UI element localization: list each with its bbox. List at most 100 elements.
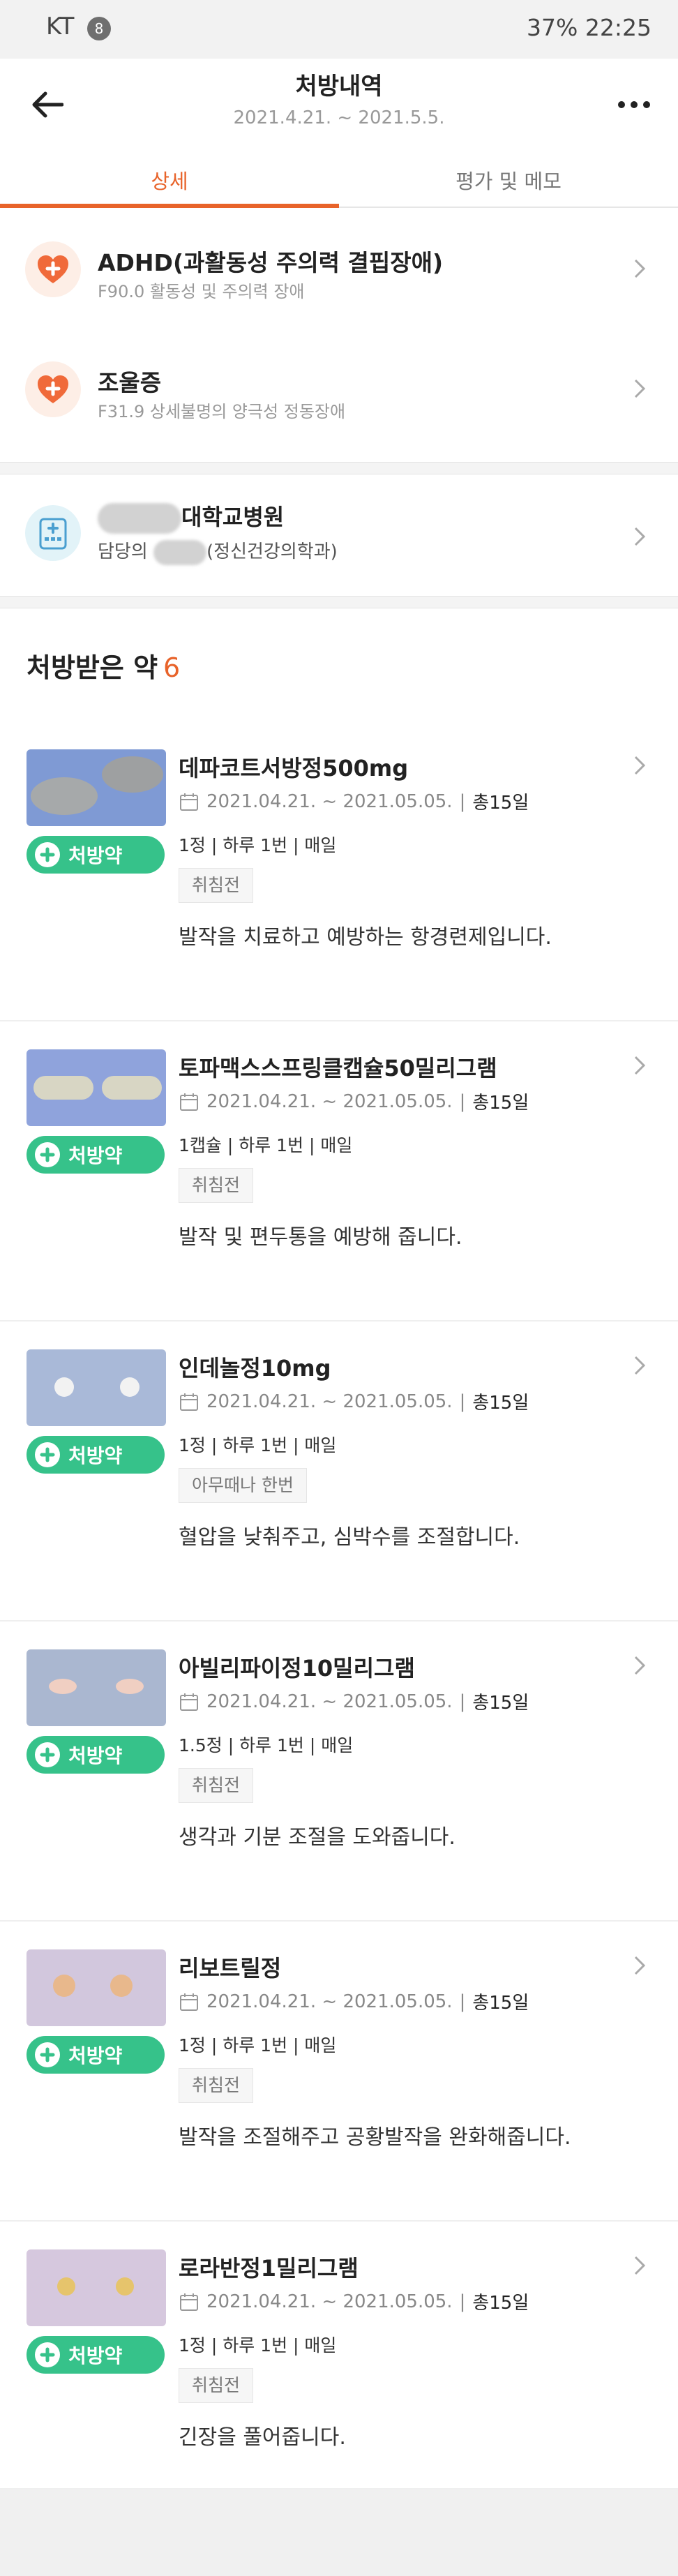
app-header: 처방내역 2021.4.21. ~ 2021.5.5. xyxy=(0,59,678,152)
pill-image xyxy=(27,2249,166,2326)
timing-tag: 아무때나 한번 xyxy=(179,1468,307,1503)
medication-name: 로라반정1밀리그램 xyxy=(179,2255,359,2282)
chevron-right-icon xyxy=(634,756,646,775)
tab-detail[interactable]: 상세 xyxy=(0,152,339,208)
diagnosis-row-adhd[interactable]: ADHD(과활동성 주의력 결핍장애) F90.0 활동성 및 주의력 장애 xyxy=(0,208,678,328)
dosage-info: 1정 | 하루 1번 | 매일 xyxy=(179,835,337,855)
pill-image xyxy=(27,749,166,826)
prescription-badge: 처방약 xyxy=(27,1436,165,1474)
dosage-info: 1정 | 하루 1번 | 매일 xyxy=(179,1435,337,1455)
prescription-badge: 처방약 xyxy=(27,2336,165,2374)
medication-dates: 2021.04.21. ~ 2021.05.05. | 총15일 xyxy=(179,1989,529,2014)
medication-item[interactable]: 처방약 아빌리파이정10밀리그램 2021.04.21. ~ 2021.05.0… xyxy=(0,1623,678,1922)
medication-name: 리보트릴정 xyxy=(179,1955,282,1982)
dosage-info: 1캡슐 | 하루 1번 | 매일 xyxy=(179,1135,353,1155)
prescription-badge: 처방약 xyxy=(27,2036,165,2074)
hospital-building-icon xyxy=(25,505,81,561)
prescription-badge: 처방약 xyxy=(27,1136,165,1174)
medication-item[interactable]: 처방약 로라반정1밀리그램 2021.04.21. ~ 2021.05.05. |… xyxy=(0,2223,678,2489)
timing-tag: 취침전 xyxy=(179,868,254,903)
diagnosis-name: 조울증 xyxy=(98,369,162,396)
notification-count-badge: 8 xyxy=(87,17,111,40)
medication-name: 인데놀정10mg xyxy=(179,1355,331,1381)
diagnosis-row-bipolar[interactable]: 조울증 F31.9 상세불명의 양극성 정동장애 xyxy=(0,328,678,448)
timing-tag: 취침전 xyxy=(179,1168,254,1203)
section-divider xyxy=(0,596,678,608)
hospital-name: 대학교병원 xyxy=(98,500,284,534)
medication-item[interactable]: 처방약 인데놀정10mg 2021.04.21. ~ 2021.05.05. | 총… xyxy=(0,1323,678,1622)
footer-area xyxy=(0,2489,678,2576)
chevron-right-icon xyxy=(634,379,646,398)
medication-item[interactable]: 처방약 토파맥스스프링클캡슐50밀리그램 2021.04.21. ~ 2021.… xyxy=(0,1023,678,1321)
diagnosis-name: ADHD(과활동성 주의력 결핍장애) xyxy=(98,249,444,276)
diagnosis-code: F90.0 활동성 및 주의력 장애 xyxy=(98,282,305,301)
pill-image xyxy=(27,1949,166,2026)
timing-tag: 취침전 xyxy=(179,1768,254,1803)
plus-icon xyxy=(35,842,60,867)
more-dot-icon xyxy=(631,101,638,108)
medication-description: 혈압을 낮춰주고, 심박수를 조절합니다. xyxy=(179,1525,520,1550)
section-divider xyxy=(0,462,678,474)
status-bar: KT 8 37% 22:25 xyxy=(0,0,678,59)
medication-description: 생각과 기분 조절을 도와줍니다. xyxy=(179,1825,455,1850)
plus-icon xyxy=(35,2042,60,2067)
chevron-right-icon xyxy=(634,527,646,546)
medication-dates: 2021.04.21. ~ 2021.05.05. | 총15일 xyxy=(179,788,529,814)
prescription-period: 2021.4.21. ~ 2021.5.5. xyxy=(233,107,445,128)
pill-image xyxy=(27,1049,166,1126)
medication-description: 발작을 치료하고 예방하는 항경련제입니다. xyxy=(179,925,552,950)
diagnosis-code: F31.9 상세불명의 양극성 정동장애 xyxy=(98,402,346,421)
calendar-icon xyxy=(180,1693,198,1711)
medication-description: 긴장을 풀어줍니다. xyxy=(179,2425,346,2450)
chevron-right-icon xyxy=(634,1356,646,1375)
chevron-right-icon xyxy=(634,1056,646,1075)
plus-icon xyxy=(35,2342,60,2367)
more-options-button[interactable] xyxy=(610,84,658,126)
more-dot-icon xyxy=(643,101,650,108)
redacted-blur xyxy=(153,539,207,565)
prescription-badge: 처방약 xyxy=(27,836,165,874)
battery-level: 37% xyxy=(527,14,578,41)
medication-dates: 2021.04.21. ~ 2021.05.05. | 총15일 xyxy=(179,1388,529,1414)
redacted-blur xyxy=(98,503,181,534)
doctor-department: 담당의 (정신건강의학과) xyxy=(98,537,338,565)
medication-description: 발작 및 편두통을 예방해 줍니다. xyxy=(179,1225,462,1250)
medication-name: 아빌리파이정10밀리그램 xyxy=(179,1655,415,1682)
pill-image xyxy=(27,1649,166,1726)
calendar-icon xyxy=(180,1093,198,1111)
tab-bar: 상세 평가 및 메모 xyxy=(0,152,678,208)
chevron-right-icon xyxy=(634,259,646,278)
dosage-info: 1.5정 | 하루 1번 | 매일 xyxy=(179,1735,354,1755)
plus-icon xyxy=(35,1442,60,1467)
heart-plus-icon xyxy=(25,241,81,297)
page-title: 처방내역 xyxy=(295,73,383,100)
medication-dates: 2021.04.21. ~ 2021.05.05. | 총15일 xyxy=(179,1688,529,1714)
dosage-info: 1정 | 하루 1번 | 매일 xyxy=(179,2335,337,2356)
dosage-info: 1정 | 하루 1번 | 매일 xyxy=(179,2035,337,2055)
carrier-label: KT xyxy=(46,13,75,40)
medications-section-title: 처방받은 약6 xyxy=(27,652,181,683)
prescription-badge: 처방약 xyxy=(27,1736,165,1774)
medication-name: 토파맥스스프링클캡슐50밀리그램 xyxy=(179,1055,497,1081)
timing-tag: 취침전 xyxy=(179,2368,254,2403)
pill-image xyxy=(27,1349,166,1426)
plus-icon xyxy=(35,1142,60,1167)
clock: 22:25 xyxy=(585,14,651,41)
tab-rating-memo[interactable]: 평가 및 메모 xyxy=(339,152,678,207)
calendar-icon xyxy=(180,793,198,811)
medication-item[interactable]: 처방약 리보트릴정 2021.04.21. ~ 2021.05.05. | 총15일… xyxy=(0,1923,678,2222)
medication-item[interactable]: 처방약 데파코트서방정500mg 2021.04.21. ~ 2021.05.0… xyxy=(0,723,678,1021)
calendar-icon xyxy=(180,1993,198,2011)
chevron-right-icon xyxy=(634,1956,646,1975)
heart-plus-icon xyxy=(25,361,81,417)
chevron-right-icon xyxy=(634,1656,646,1675)
chevron-right-icon xyxy=(634,2256,646,2275)
medication-dates: 2021.04.21. ~ 2021.05.05. | 총15일 xyxy=(179,2289,529,2314)
medication-count: 6 xyxy=(163,652,181,683)
calendar-icon xyxy=(180,1393,198,1411)
timing-tag: 취침전 xyxy=(179,2068,254,2103)
hospital-row[interactable]: 대학교병원 담당의 (정신건강의학과) xyxy=(0,476,678,596)
medication-dates: 2021.04.21. ~ 2021.05.05. | 총15일 xyxy=(179,1088,529,1114)
medication-name: 데파코트서방정500mg xyxy=(179,755,409,781)
status-right: 37% 22:25 xyxy=(527,14,651,41)
